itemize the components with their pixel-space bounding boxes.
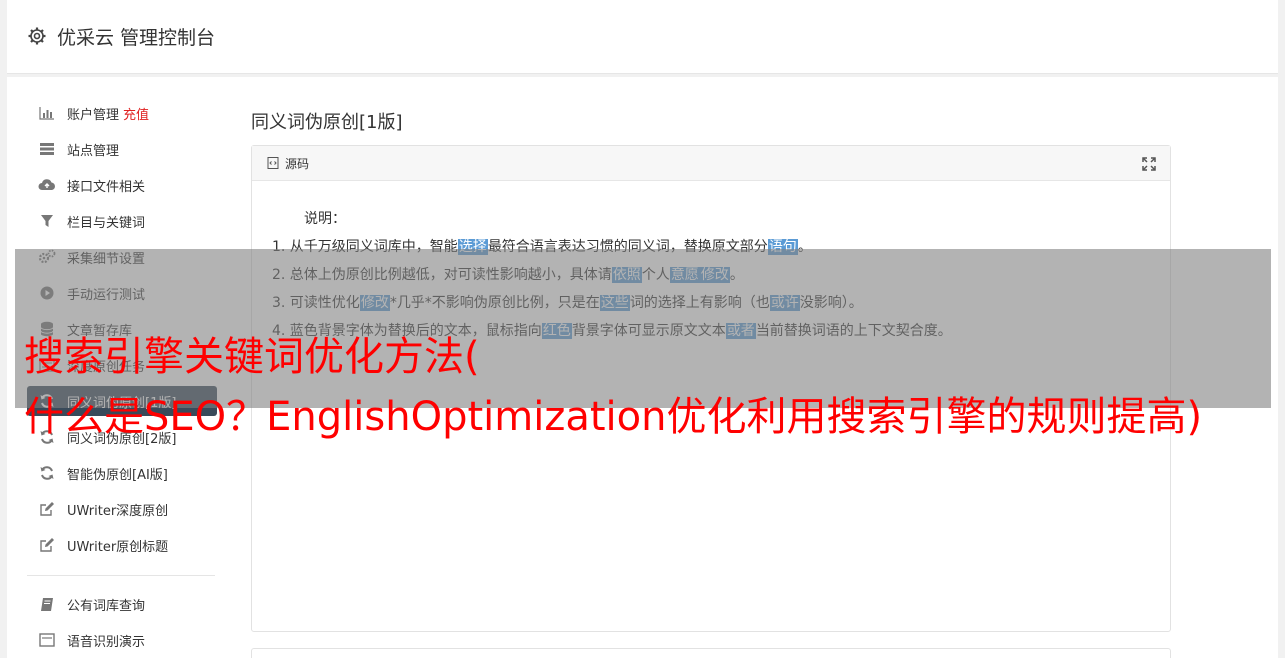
sidebar-item-items2-0[interactable]: 公有词库查询 [27, 586, 217, 622]
sidebar-item-items-10[interactable]: 智能伪原创[AI版] [27, 455, 217, 491]
sidebar-item-label: 智能伪原创[AI版] [67, 467, 168, 483]
bar-chart-icon [38, 104, 56, 122]
overlay-headline-2: 什么是SEO？EnglishOptimization优化利用搜索引擎的规则提高) [24, 394, 1203, 440]
sidebar-item-label: 站点管理 [67, 143, 120, 159]
server-icon [38, 140, 56, 158]
overlay-headline-1: 搜索引擎关键词优化方法( [24, 334, 480, 380]
sidebar-item-label: 语音识别演示 [67, 634, 146, 650]
card-title: 源码 [285, 156, 310, 171]
filter-icon [38, 212, 56, 230]
sidebar-item-items2-1[interactable]: 语音识别演示 [27, 622, 217, 658]
sidebar-item-items-3[interactable]: 栏目与关键词 [27, 203, 217, 239]
sidebar-item-label: UWriter原创标题 [67, 539, 169, 555]
app-title: 优采云 管理控制台 [57, 26, 216, 49]
sidebar-item-label: 接口文件相关 [67, 179, 146, 195]
sidebar-item-items-2[interactable]: 接口文件相关 [27, 167, 217, 203]
sidebar-divider [27, 575, 215, 576]
expand-icon[interactable] [1142, 157, 1156, 171]
gear-icon [27, 26, 47, 46]
book-icon [38, 595, 56, 613]
sidebar-item-items-1[interactable]: 站点管理 [27, 131, 217, 167]
recharge-link[interactable]: 充值 [123, 104, 149, 123]
sidebar-item-label: 公有词库查询 [67, 598, 146, 614]
sidebar-item-items-0[interactable]: 账户管理 充值 [27, 95, 217, 131]
sidebar-item-label: 账户管理 [67, 107, 120, 123]
card-header: 源码 [252, 146, 1170, 181]
description-title: 说明： [304, 211, 346, 227]
cloud-upload-icon [38, 176, 56, 194]
sidebar-item-label: 栏目与关键词 [67, 215, 146, 231]
refresh-icon [38, 464, 56, 482]
sidebar-item-label: UWriter深度原创 [67, 503, 169, 519]
edit-icon [38, 500, 56, 518]
brand: 优采云 管理控制台 [27, 22, 215, 50]
sidebar-item-items-11[interactable]: UWriter深度原创 [27, 491, 217, 527]
code-file-icon [267, 157, 279, 169]
page-title: 同义词伪原创[1版] [251, 112, 403, 133]
edit-icon [38, 536, 56, 554]
top-bar: 优采云 管理控制台 [7, 0, 1278, 74]
list-icon [38, 631, 56, 649]
watermark-overlay [15, 249, 1271, 408]
output-card [251, 648, 1171, 658]
sidebar-item-items-12[interactable]: UWriter原创标题 [27, 527, 217, 563]
